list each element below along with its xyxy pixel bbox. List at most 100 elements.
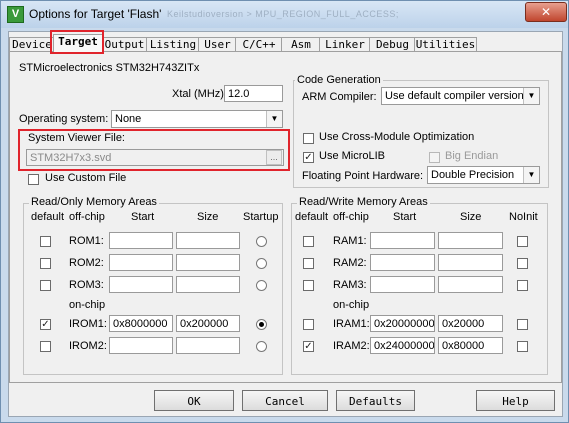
iram1-size-input[interactable]: 0x20000: [438, 315, 503, 332]
ram3-start-input[interactable]: [370, 276, 435, 293]
ram1-default-checkbox[interactable]: [303, 236, 314, 247]
tab-asm[interactable]: Asm: [281, 37, 321, 52]
rom1-start-input[interactable]: [109, 232, 173, 249]
rom3-startup-radio[interactable]: [256, 280, 267, 291]
tab-utilities[interactable]: Utilities: [414, 37, 477, 52]
rw-header-offchip: off-chip: [333, 211, 369, 223]
irom2-startup-radio[interactable]: [256, 341, 267, 352]
rom3-default-checkbox[interactable]: [40, 280, 51, 291]
ro-onchip-label: on-chip: [69, 299, 106, 311]
rom1-label: ROM1:: [69, 235, 104, 247]
ro-header-size: Size: [197, 211, 219, 223]
os-select[interactable]: None ▼: [111, 110, 283, 128]
iram1-noinit-checkbox[interactable]: [517, 319, 528, 330]
compiler-label: ARM Compiler:: [302, 91, 377, 103]
ram2-label: RAM2:: [333, 257, 367, 269]
use-custom-file-checkbox[interactable]: [28, 174, 39, 185]
cross-module-label: Use Cross-Module Optimization: [319, 131, 475, 143]
iram2-default-checkbox[interactable]: ✓: [303, 341, 314, 352]
iram2-label: IRAM2:: [333, 340, 370, 352]
irom2-start-input[interactable]: [109, 337, 173, 354]
rom1-size-input[interactable]: [176, 232, 240, 249]
ram1-size-input[interactable]: [438, 232, 503, 249]
iram2-size-input[interactable]: 0x80000: [438, 337, 503, 354]
ram3-noinit-checkbox[interactable]: [517, 280, 528, 291]
irom1-start-input[interactable]: 0x8000000: [109, 315, 173, 332]
compiler-select[interactable]: Use default compiler version 5 ▼: [381, 87, 540, 105]
rw-header-noinit: NoInit: [509, 211, 538, 223]
tab-listing[interactable]: Listing: [146, 37, 200, 52]
chevron-down-icon: ▼: [523, 167, 539, 183]
ram1-noinit-checkbox[interactable]: [517, 236, 528, 247]
cross-module-checkbox[interactable]: [303, 133, 314, 144]
ro-header-startup: Startup: [243, 211, 279, 223]
rom1-default-checkbox[interactable]: [40, 236, 51, 247]
tab-device[interactable]: Device: [9, 37, 55, 52]
rw-memory-title: Read/Write Memory Areas: [297, 196, 430, 208]
microlib-label: Use MicroLIB: [319, 150, 386, 162]
irom2-label: IROM2:: [69, 340, 107, 352]
iram2-noinit-checkbox[interactable]: [517, 341, 528, 352]
irom2-size-input[interactable]: [176, 337, 240, 354]
target-tab-highlight: [50, 30, 104, 54]
tab-debug[interactable]: Debug: [369, 37, 416, 52]
ro-memory-title: Read/Only Memory Areas: [29, 196, 159, 208]
ram2-start-input[interactable]: [370, 254, 435, 271]
ram3-default-checkbox[interactable]: [303, 280, 314, 291]
rom1-startup-radio[interactable]: [256, 236, 267, 247]
keil-app-icon: V: [7, 6, 24, 23]
fp-select[interactable]: Double Precision ▼: [427, 166, 540, 184]
big-endian-checkbox: [429, 152, 440, 163]
ram3-size-input[interactable]: [438, 276, 503, 293]
ro-header-default: default: [31, 211, 65, 223]
tab-user[interactable]: User: [198, 37, 237, 52]
iram2-start-input[interactable]: 0x24000000: [370, 337, 435, 354]
rw-header-default: default: [295, 211, 329, 223]
close-icon: ✕: [540, 5, 552, 19]
irom1-default-checkbox[interactable]: ✓: [40, 319, 51, 330]
microlib-checkbox[interactable]: ✓: [303, 152, 314, 163]
ram2-noinit-checkbox[interactable]: [517, 258, 528, 269]
rom2-startup-radio[interactable]: [256, 258, 267, 269]
iram1-start-input[interactable]: 0x20000000: [370, 315, 435, 332]
rom3-start-input[interactable]: [109, 276, 173, 293]
iram1-label: IRAM1:: [333, 318, 370, 330]
iram1-default-checkbox[interactable]: [303, 319, 314, 330]
title-bar[interactable]: V Options for Target 'Flash' Keilstudiov…: [1, 1, 568, 28]
tab-linker[interactable]: Linker: [319, 37, 371, 52]
cancel-button[interactable]: Cancel: [242, 390, 328, 411]
defaults-button[interactable]: Defaults: [336, 390, 415, 411]
tab-c-cpp[interactable]: C/C++: [235, 37, 283, 52]
ram3-label: RAM3:: [333, 279, 367, 291]
chevron-down-icon: ▼: [266, 111, 282, 127]
rom2-default-checkbox[interactable]: [40, 258, 51, 269]
ro-header-offchip: off-chip: [69, 211, 105, 223]
ram2-size-input[interactable]: [438, 254, 503, 271]
irom1-startup-radio[interactable]: [256, 319, 267, 330]
irom1-size-input[interactable]: 0x200000: [176, 315, 240, 332]
ram1-start-input[interactable]: [370, 232, 435, 249]
irom2-default-checkbox[interactable]: [40, 341, 51, 352]
tab-output[interactable]: Output: [101, 37, 148, 52]
fp-value: Double Precision: [431, 169, 515, 181]
rom2-start-input[interactable]: [109, 254, 173, 271]
ro-header-start: Start: [131, 211, 155, 223]
rom2-label: ROM2:: [69, 257, 104, 269]
xtal-label: Xtal (MHz):: [172, 88, 227, 100]
options-dialog: V Options for Target 'Flash' Keilstudiov…: [0, 0, 569, 423]
ok-button[interactable]: OK: [154, 390, 234, 411]
dialog-title: Options for Target 'Flash': [29, 7, 162, 21]
xtal-input[interactable]: 12.0: [224, 85, 283, 102]
rom3-size-input[interactable]: [176, 276, 240, 293]
svd-highlight: [18, 129, 290, 171]
rw-header-start: Start: [393, 211, 417, 223]
device-name: STMicroelectronics STM32H743ZITx: [19, 62, 200, 74]
big-endian-label: Big Endian: [445, 150, 499, 162]
rw-onchip-label: on-chip: [333, 299, 370, 311]
background-window-text: Keilstudioversion > MPU_REGION_FULL_ACCE…: [167, 9, 399, 19]
use-custom-file-label: Use Custom File: [45, 172, 127, 184]
ram2-default-checkbox[interactable]: [303, 258, 314, 269]
close-button[interactable]: ✕: [525, 2, 567, 22]
help-button[interactable]: Help: [476, 390, 555, 411]
rom2-size-input[interactable]: [176, 254, 240, 271]
